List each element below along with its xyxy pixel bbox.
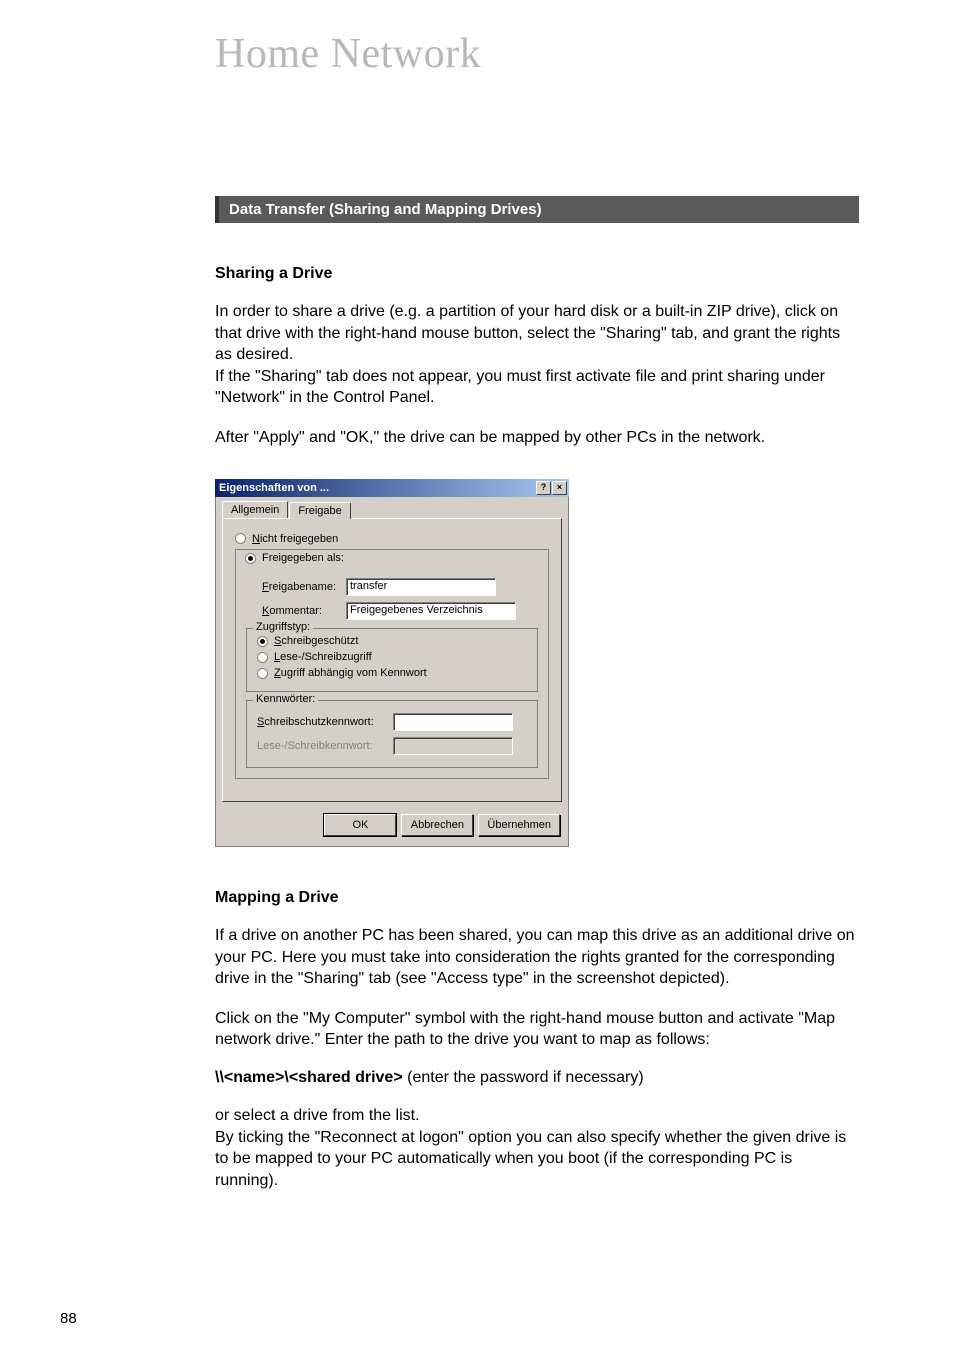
tab-sharing[interactable]: Freigabe bbox=[289, 502, 350, 519]
passwords-legend: Kennwörter: bbox=[253, 693, 318, 705]
sharing-p1: In order to share a drive (e.g. a partit… bbox=[215, 301, 859, 366]
access-type-legend: Zugriffstyp: bbox=[253, 621, 313, 633]
mapping-heading: Mapping a Drive bbox=[215, 889, 859, 907]
radio-shared-as-label: Freigegeben als: bbox=[262, 552, 344, 564]
passwords-fieldset: Kennwörter: Schreibschutzkennwort: Lese-… bbox=[246, 700, 538, 768]
tab-general[interactable]: Allgemein bbox=[222, 501, 288, 518]
radio-pwd-row[interactable]: Zugriff abhängig vom Kennwort bbox=[257, 667, 527, 679]
dialog-title: Eigenschaften von ... bbox=[219, 482, 329, 494]
readwrite-pwd-label: Lese-/Schreibkennwort: bbox=[257, 740, 387, 752]
mapping-p3: or select a drive from the list. bbox=[215, 1105, 859, 1127]
readwrite-pwd-input bbox=[393, 737, 513, 755]
readonly-pwd-input[interactable] bbox=[393, 713, 513, 731]
mapping-path-bold: \\<name>\<shared drive> bbox=[215, 1069, 403, 1086]
comment-input[interactable]: Freigegebenes Verzeichnis bbox=[346, 602, 516, 620]
radio-not-shared-label: Nicht freigegeben bbox=[252, 533, 338, 545]
shared-as-fieldset: Freigegeben als: Freigabename: transfer … bbox=[235, 549, 549, 780]
radio-readonly-row[interactable]: Schreibgeschützt bbox=[257, 635, 527, 647]
share-name-label: Freigabename: bbox=[262, 581, 340, 593]
radio-readonly[interactable] bbox=[257, 636, 268, 647]
tab-panel-sharing: Nicht freigegeben Freigegeben als: Freig… bbox=[222, 518, 562, 803]
mapping-p2: Click on the "My Computer" symbol with t… bbox=[215, 1008, 859, 1051]
help-button[interactable]: ? bbox=[536, 481, 551, 495]
radio-shared-as[interactable] bbox=[245, 553, 256, 564]
sharing-p2: If the "Sharing" tab does not appear, yo… bbox=[215, 366, 859, 409]
radio-readwrite-label: Lese-/Schreibzugriff bbox=[274, 651, 372, 663]
ok-button[interactable]: OK bbox=[324, 814, 396, 836]
comment-label: Kommentar: bbox=[262, 605, 340, 617]
properties-dialog: Eigenschaften von ... ? × Allgemein Frei… bbox=[215, 479, 569, 848]
mapping-path-line: \\<name>\<shared drive> (enter the passw… bbox=[215, 1069, 859, 1087]
mapping-p1: If a drive on another PC has been shared… bbox=[215, 925, 859, 990]
cancel-button[interactable]: Abbrechen bbox=[401, 814, 473, 836]
close-button[interactable]: × bbox=[552, 481, 567, 495]
section-bar: Data Transfer (Sharing and Mapping Drive… bbox=[215, 196, 859, 223]
mapping-p4: By ticking the "Reconnect at logon" opti… bbox=[215, 1127, 859, 1192]
mapping-path-rest: (enter the password if necessary) bbox=[403, 1069, 644, 1086]
sharing-heading: Sharing a Drive bbox=[215, 265, 859, 283]
radio-pwd-label: Zugriff abhängig vom Kennwort bbox=[274, 667, 427, 679]
radio-readonly-label: Schreibgeschützt bbox=[274, 635, 358, 647]
readonly-pwd-label: Schreibschutzkennwort: bbox=[257, 716, 387, 728]
sharing-p3: After "Apply" and "OK," the drive can be… bbox=[215, 427, 859, 449]
radio-shared-as-row[interactable]: Freigegeben als: bbox=[242, 552, 347, 564]
access-type-fieldset: Zugriffstyp: Schreibgeschützt Lese-/Schr… bbox=[246, 628, 538, 692]
radio-readwrite-row[interactable]: Lese-/Schreibzugriff bbox=[257, 651, 527, 663]
radio-readwrite[interactable] bbox=[257, 652, 268, 663]
apply-button[interactable]: Übernehmen bbox=[478, 814, 560, 836]
radio-not-shared-row[interactable]: Nicht freigegeben bbox=[235, 533, 549, 545]
dialog-titlebar: Eigenschaften von ... ? × bbox=[215, 479, 569, 497]
share-name-input[interactable]: transfer bbox=[346, 578, 496, 596]
radio-not-shared[interactable] bbox=[235, 533, 246, 544]
radio-pwd[interactable] bbox=[257, 668, 268, 679]
page-number: 88 bbox=[60, 1310, 77, 1327]
page-title: Home Network bbox=[215, 30, 859, 78]
